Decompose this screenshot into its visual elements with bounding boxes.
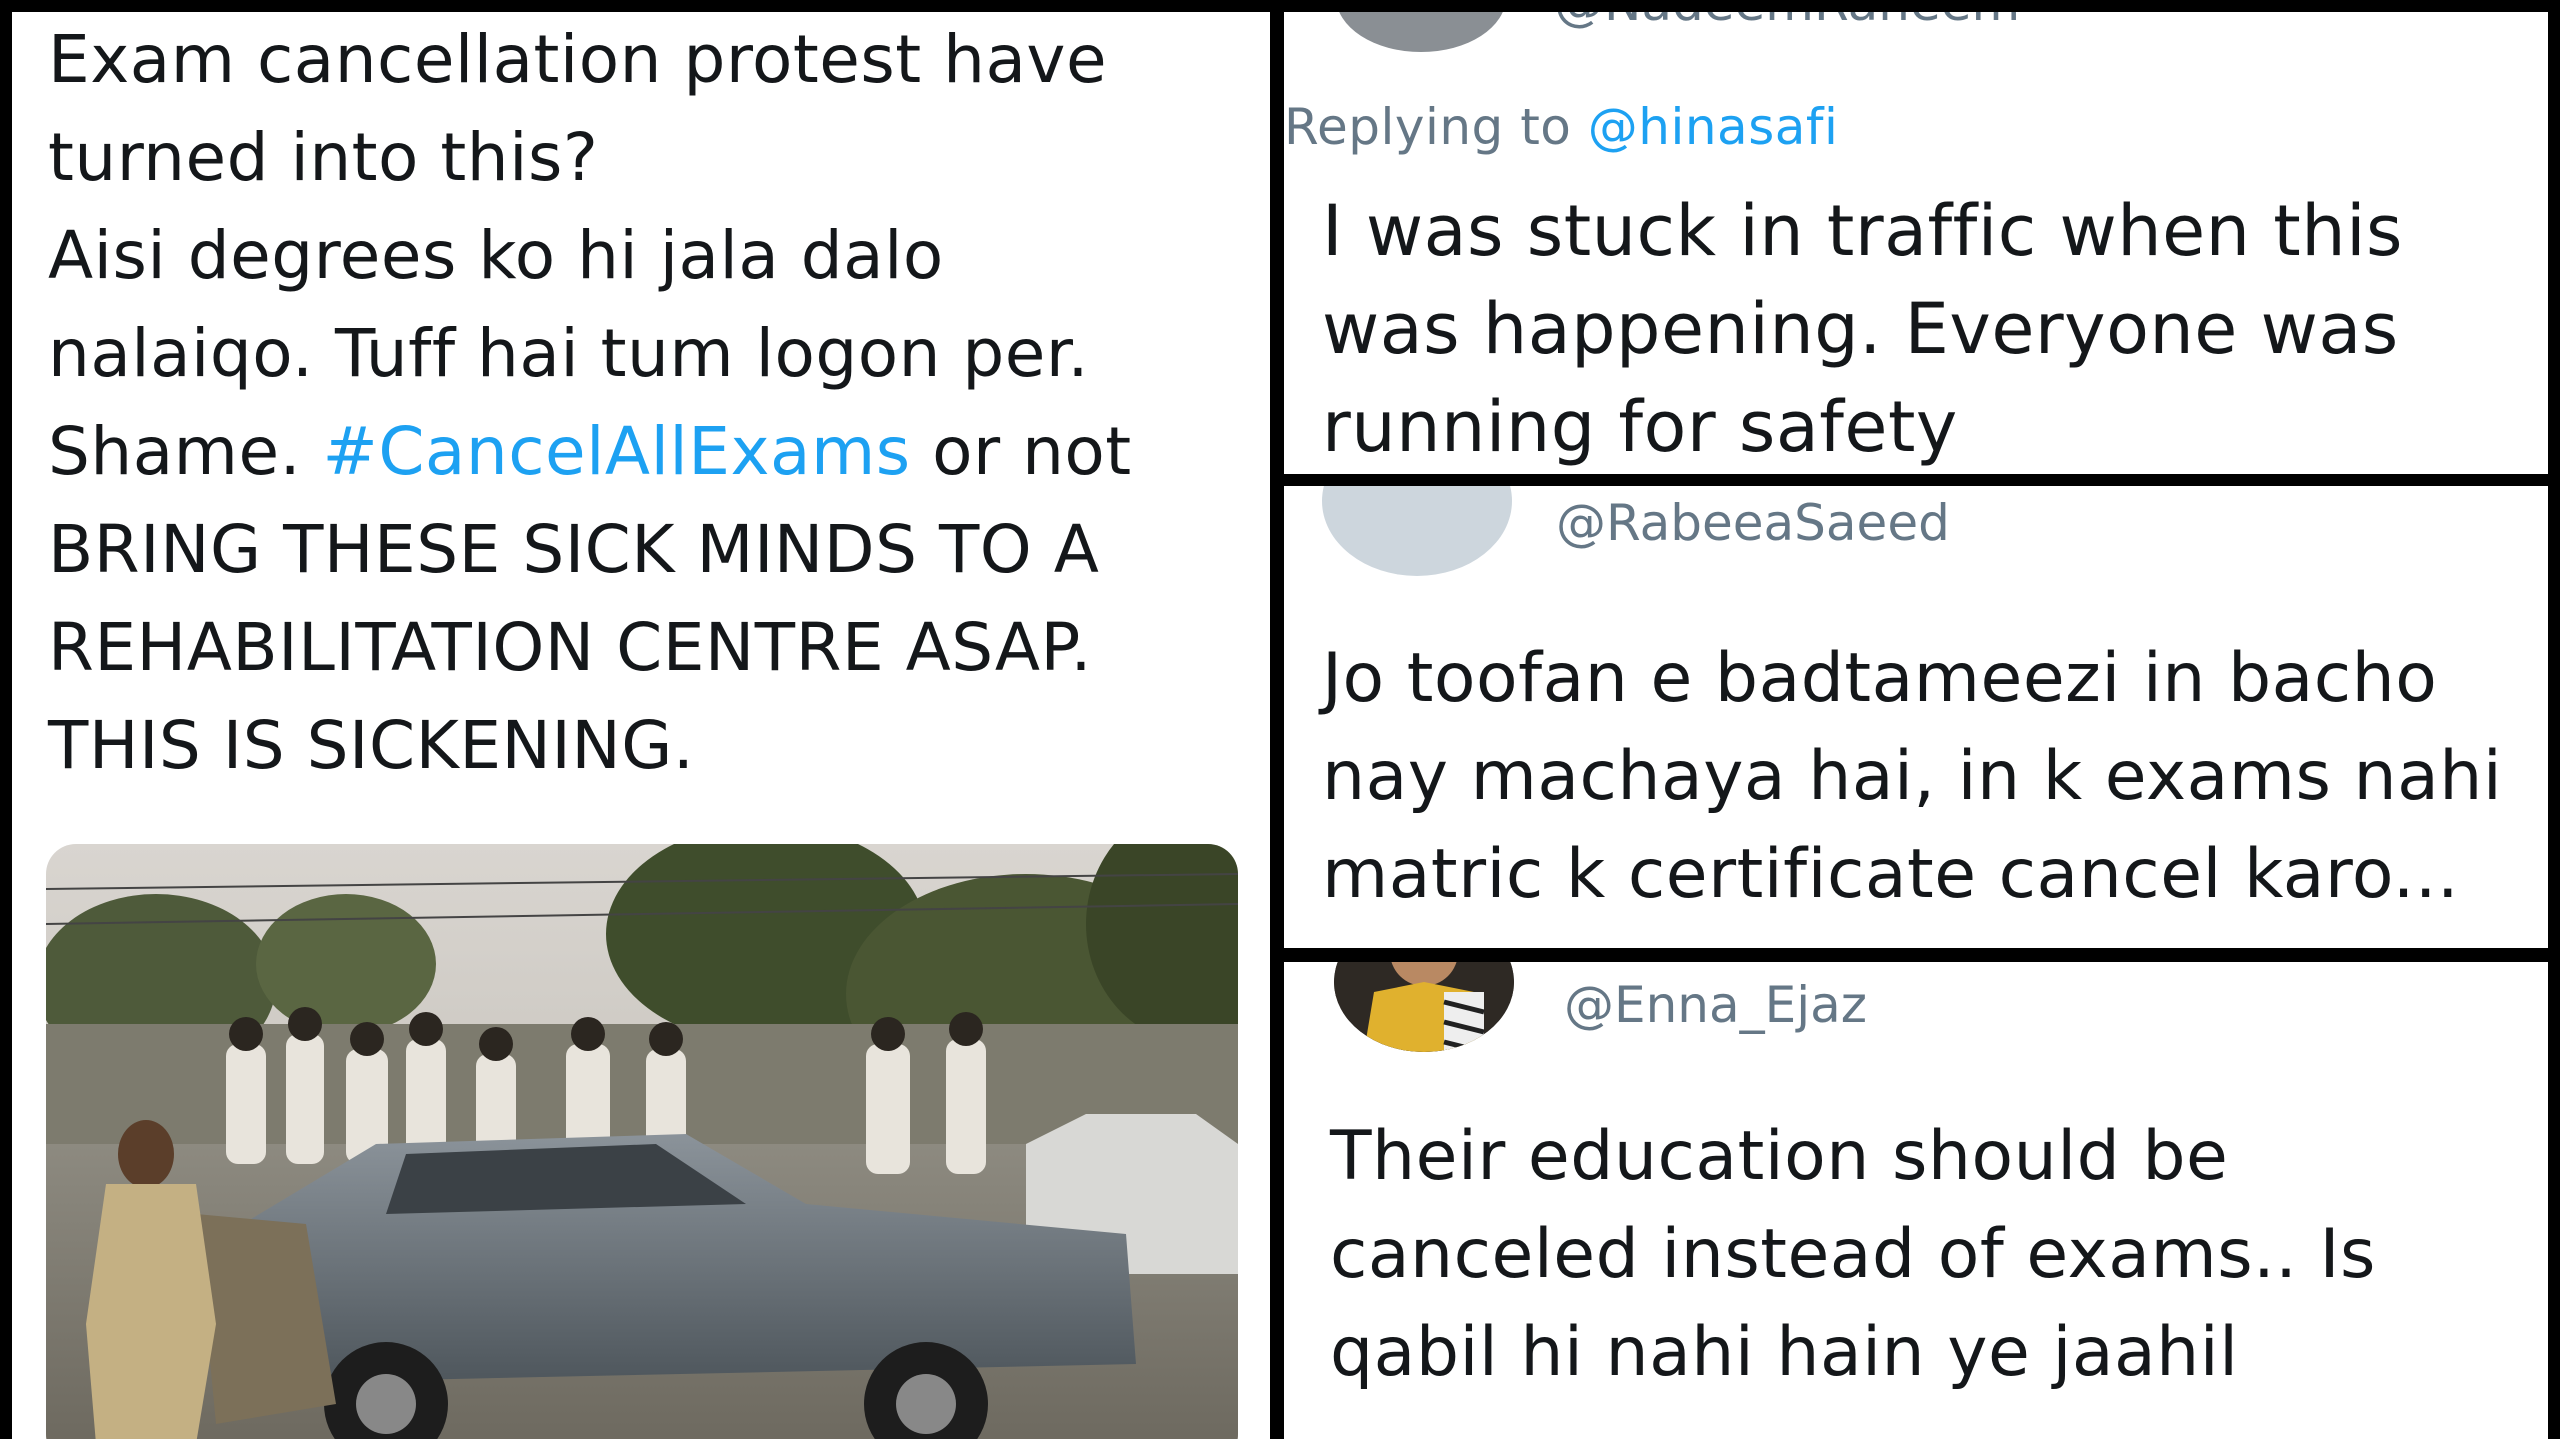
reply-text-line: I was stuck in traffic when this (1322, 190, 2404, 272)
tweet-text-segment: Shame. (48, 413, 323, 490)
reply-text-line: canceled instead of exams.. Is (1330, 1215, 2376, 1294)
tweet-text-line: Shame. #CancelAllExams or not (48, 404, 1132, 500)
mention-link[interactable]: @hinasafi (1588, 98, 1839, 156)
hashtag-link[interactable]: #CancelAllExams (323, 413, 911, 490)
tweet-text-line: Aisi degrees ko hi jala dalo (48, 217, 944, 294)
reply-panel-2: @RabeeaSaeed Jo toofan e badtameezi in b… (1284, 486, 2548, 948)
tweet-text-segment: or not (910, 413, 1132, 490)
reply-panel-1: @NadeemRaheem Replying to @hinasafi I wa… (1284, 12, 2548, 474)
user-handle[interactable]: @Enna_Ejaz (1564, 976, 1867, 1034)
reply-text-line: qabil hi nahi hain ye jaahil (1330, 1313, 2239, 1392)
reply-text-line: Their education should be (1330, 1117, 2229, 1196)
avatar[interactable] (1334, 962, 1514, 1052)
user-handle[interactable]: @RabeeaSaeed (1556, 494, 1950, 552)
reply-text-line: was happening. Everyone was (1322, 288, 2399, 370)
replying-to-label: Replying to (1284, 98, 1588, 156)
tweet-text-line: THIS IS SICKENING. (48, 707, 695, 784)
reply-text-line: nay machaya hai, in k exams nahi (1322, 737, 2503, 816)
tweet-media-image[interactable] (46, 844, 1238, 1439)
replying-to-line: Replying to @hinasafi (1284, 92, 1838, 162)
tweet-text-line: BRING THESE SICK MINDS TO A (48, 511, 1100, 588)
avatar-image (1334, 962, 1514, 1052)
avatar[interactable] (1336, 12, 1506, 52)
reply-text-line: Jo toofan e badtameezi in bacho (1322, 639, 2438, 718)
avatar[interactable] (1322, 486, 1512, 576)
reply-text-line: running for safety (1322, 386, 1958, 468)
protest-photo-illustration (46, 844, 1238, 1439)
tweet-text-line: REHABILITATION CENTRE ASAP. (48, 609, 1093, 686)
tweet-text-line: Exam cancellation protest have (48, 21, 1108, 98)
reply-text-line: matric k certificate cancel karo... (1322, 835, 2460, 914)
tweet-text-line: nalaiqo. Tuff hai tum logon per. (48, 315, 1089, 392)
tweet-text-line: turned into this? (48, 119, 599, 196)
main-tweet-panel: Exam cancellation protest have turned in… (12, 12, 1270, 1439)
reply-panel-3: @Enna_Ejaz Their education should be can… (1284, 962, 2548, 1439)
user-handle[interactable]: @NadeemRaheem (1554, 12, 2020, 32)
